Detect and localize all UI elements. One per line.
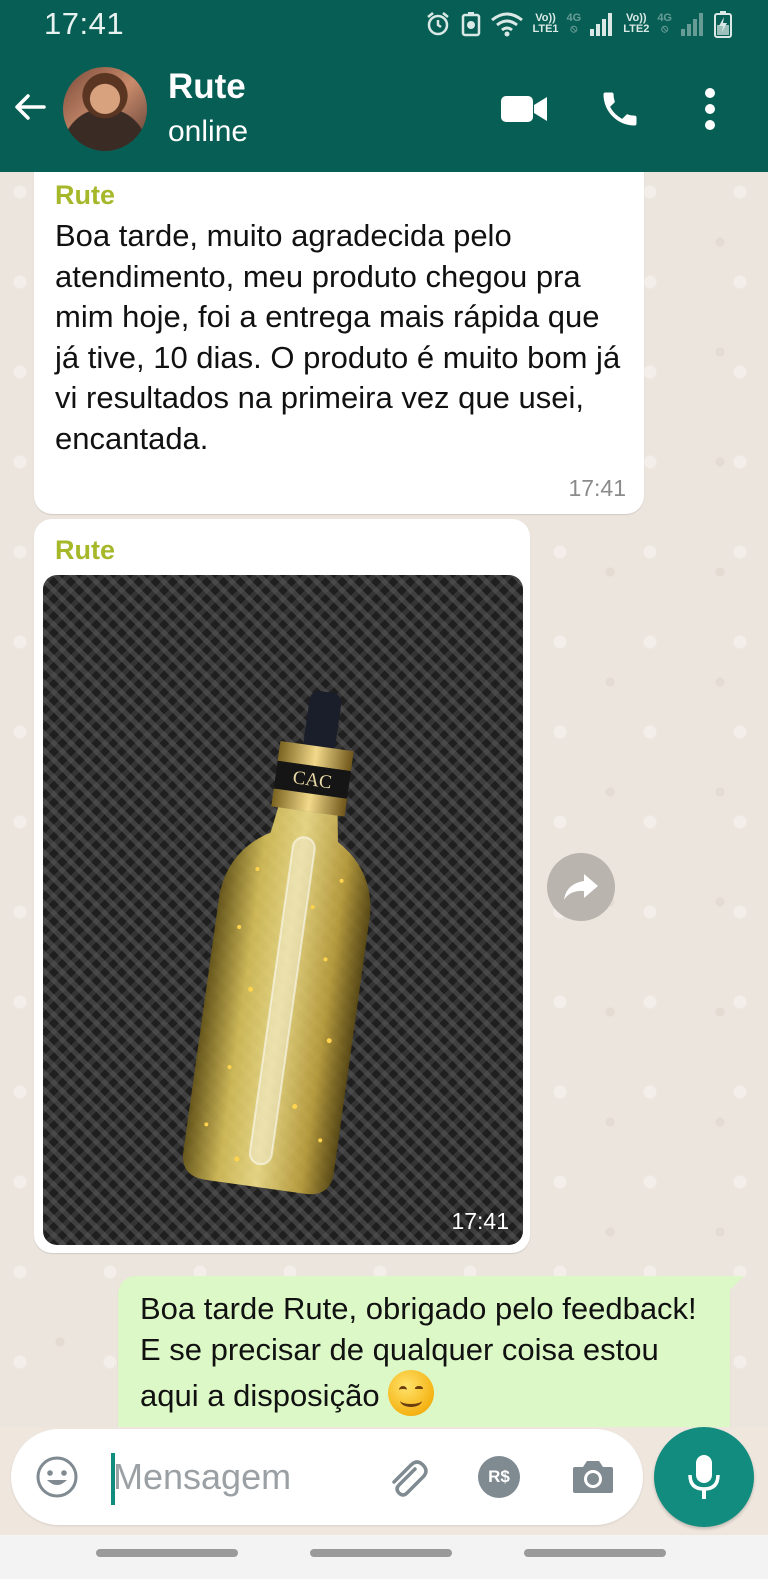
message-time: 17:41 xyxy=(568,475,626,501)
status-icons: Vo)) LTE1 4G ⦸ Vo)) LTE2 4G ⦸ xyxy=(424,8,732,40)
forward-button[interactable] xyxy=(547,853,615,921)
sim2-volte-tag: Vo)) LTE2 xyxy=(623,13,649,35)
recent-apps-button[interactable] xyxy=(96,1549,238,1557)
more-options-button[interactable] xyxy=(682,81,738,137)
camera-button[interactable] xyxy=(567,1451,619,1503)
sim1-lte-label: LTE1 xyxy=(532,23,559,35)
payment-button[interactable]: R$ xyxy=(473,1451,525,1503)
status-time: 17:41 xyxy=(44,6,125,41)
video-call-button[interactable] xyxy=(496,81,552,137)
message-text: Boa tarde, muito agradecida pelo atendim… xyxy=(55,218,621,456)
sim1-volte-tag: Vo)) LTE1 xyxy=(532,13,558,35)
incoming-message-bubble[interactable]: Rute Boa tarde, muito agradecida pelo at… xyxy=(34,172,644,514)
message-time: 17:41 xyxy=(451,1208,509,1234)
phone-icon xyxy=(603,92,637,126)
wifi-icon xyxy=(491,12,524,37)
sender-name: Rute xyxy=(55,535,115,565)
smiling-face-emoji-icon xyxy=(388,1370,435,1416)
voice-call-button[interactable] xyxy=(592,81,648,137)
chat-header: Rute online xyxy=(0,45,768,172)
more-vertical-icon xyxy=(705,88,715,130)
payment-icon: R$ xyxy=(478,1456,520,1498)
camera-icon xyxy=(573,1461,613,1493)
sender-name: Rute xyxy=(55,180,115,210)
sim2-network-tag: 4G ⦸ xyxy=(657,12,672,35)
status-bar: 17:41 Vo)) LTE1 4G ⦸ Vo)) LTE2 4G ⦸ xyxy=(0,0,768,45)
attach-button[interactable] xyxy=(381,1451,433,1503)
signal-sim2-icon xyxy=(681,13,703,36)
sim2-lte-label: LTE2 xyxy=(623,23,650,35)
message-composer: R$ xyxy=(0,1427,768,1535)
contact-avatar[interactable] xyxy=(63,67,147,151)
system-navigation-bar xyxy=(0,1535,768,1579)
battery-saver-icon xyxy=(462,12,481,37)
battery-charging-icon xyxy=(714,11,732,38)
arrow-left-icon xyxy=(15,94,46,120)
home-button[interactable] xyxy=(310,1549,452,1557)
message-input-container: R$ xyxy=(11,1429,643,1525)
emoji-icon xyxy=(36,1456,78,1498)
serum-bottle-image: CAC xyxy=(182,691,371,1195)
video-camera-icon xyxy=(501,96,547,122)
signal-sim1-icon xyxy=(590,13,613,36)
message-photo[interactable]: CAC 17:41 xyxy=(43,575,523,1245)
sim1-network-tag: 4G ⦸ xyxy=(566,12,582,35)
voice-message-button[interactable] xyxy=(654,1427,754,1527)
paperclip-icon xyxy=(392,1460,428,1497)
contact-status: online xyxy=(168,115,249,148)
alarm-icon xyxy=(427,12,450,36)
message-input[interactable] xyxy=(113,1449,323,1505)
forward-arrow-icon xyxy=(564,874,598,900)
message-text: Boa tarde Rute, obrigado pelo feedback! … xyxy=(140,1288,715,1416)
chat-area[interactable]: Rute Boa tarde, muito agradecida pelo at… xyxy=(0,172,768,1427)
outgoing-message-bubble[interactable]: Boa tarde Rute, obrigado pelo feedback! … xyxy=(118,1276,744,1427)
bubble-tail xyxy=(728,1276,744,1292)
microphone-icon xyxy=(688,1455,720,1499)
back-nav-button[interactable] xyxy=(524,1549,666,1557)
incoming-image-message[interactable]: Rute CAC 17:41 xyxy=(34,519,530,1253)
contact-name[interactable]: Rute xyxy=(168,67,246,107)
emoji-button[interactable] xyxy=(31,1451,83,1503)
back-button[interactable] xyxy=(8,85,52,129)
